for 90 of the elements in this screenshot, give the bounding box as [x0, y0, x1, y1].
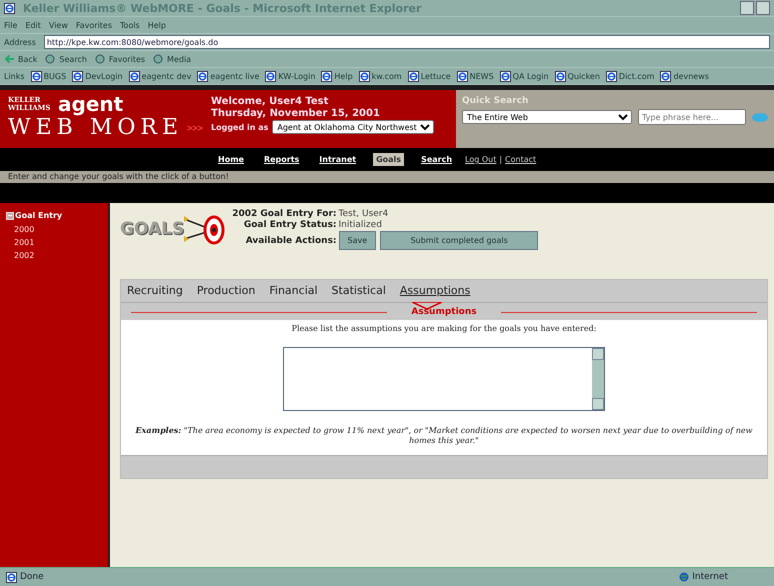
page-icon	[30, 70, 42, 82]
field-value: Initialized	[338, 220, 383, 230]
link-separator: |	[499, 155, 502, 164]
page-icon	[456, 70, 468, 82]
toolbar-icon	[45, 54, 56, 64]
page-icon	[358, 70, 370, 82]
link-item[interactable]: eagentc dev	[142, 72, 192, 80]
link-item[interactable]: Dict.com	[618, 72, 654, 80]
toolbar-button[interactable]: Media	[167, 54, 192, 64]
tree-item[interactable]: 2001	[14, 238, 108, 247]
nav-tab[interactable]: Home	[215, 153, 247, 166]
maximize-button[interactable]	[756, 1, 770, 15]
menu-item[interactable]: File	[4, 20, 18, 30]
page-icon	[265, 70, 276, 82]
back-arrow-icon	[4, 54, 15, 64]
field-label: Available Actions:	[244, 236, 337, 246]
tab[interactable]: Recruiting	[127, 284, 183, 302]
logged-in-label: Logged in as	[211, 122, 268, 132]
tab[interactable]: Production	[196, 284, 256, 302]
zone-text: Internet	[692, 572, 728, 582]
toolbar-button[interactable]: Favorites	[108, 54, 146, 64]
header-link[interactable]: Log Out	[465, 155, 496, 164]
address-label: Address	[4, 38, 36, 46]
nav-tab[interactable]: Search	[418, 153, 456, 166]
link-item[interactable]: kw.com	[372, 72, 402, 80]
globe-icon	[679, 572, 690, 582]
page-icon	[6, 572, 17, 582]
page-icon	[660, 70, 672, 82]
quick-search-title: Quick Search	[462, 96, 530, 106]
link-item[interactable]: DevLogin	[85, 72, 123, 80]
page-icon	[72, 70, 84, 82]
minimize-button[interactable]	[740, 1, 754, 15]
links-label: Links	[4, 72, 25, 80]
action-button[interactable]: Save	[338, 231, 376, 250]
link-item[interactable]: Quicken	[568, 72, 600, 80]
menu-item[interactable]: Favorites	[76, 20, 112, 30]
nav-tab[interactable]: Reports	[260, 153, 302, 166]
link-item[interactable]: eagentc live	[210, 72, 260, 80]
field-label: Goal Entry Status:	[242, 220, 337, 230]
search-field[interactable]: Type phrase here...	[638, 109, 746, 125]
toolbar-button[interactable]: Search	[59, 54, 87, 64]
menu-item[interactable]: Tools	[120, 20, 140, 30]
link-item[interactable]: KW-Login	[278, 72, 316, 80]
browser-icon	[4, 2, 15, 14]
toolbar-icon	[153, 54, 164, 64]
date-text: Thursday, November 15, 2001	[211, 108, 381, 119]
office-dropdown[interactable]: Agent at Oklahoma City Northwest	[272, 120, 434, 134]
field-value: Test, User4	[338, 209, 390, 219]
menu-item[interactable]: Edit	[25, 20, 41, 30]
link-item[interactable]: QA Login	[512, 72, 549, 80]
tab[interactable]: Assumptions	[400, 284, 470, 302]
link-item[interactable]: devnews	[673, 72, 709, 80]
action-button[interactable]: Submit completed goals	[380, 231, 538, 250]
tab[interactable]: Statistical	[332, 284, 386, 302]
toolbar-button[interactable]: Back	[18, 54, 38, 64]
link-item[interactable]: NEWS	[470, 72, 494, 80]
status-text: Done	[20, 572, 44, 582]
section-title: Assumptions	[411, 307, 477, 317]
goals-logo: GOALS	[120, 219, 184, 239]
welcome-text: Welcome, User4 Test	[211, 96, 330, 107]
tab[interactable]: Financial	[269, 284, 318, 302]
prompt-text: Please list the assumptions you are making for the goals you have entered:	[292, 324, 596, 333]
menu-item[interactable]: View	[48, 20, 68, 30]
search-scope-dropdown[interactable]: The Entire Web	[462, 110, 632, 124]
link-item[interactable]: Lettuce	[420, 72, 451, 80]
page-icon	[197, 70, 208, 82]
page-icon	[606, 70, 617, 82]
toolbar-icon	[94, 54, 106, 64]
assumptions-textarea[interactable]	[283, 347, 605, 411]
menu-item[interactable]: Help	[148, 20, 166, 30]
field-label: 2002 Goal Entry For:	[232, 209, 337, 219]
tree-item[interactable]: 2002	[14, 251, 108, 260]
link-item[interactable]: Help	[334, 72, 353, 80]
examples-text: Examples: "The area economy is expected to grow 11% next year", or "Market conditions are expected to worsen next year due to overbuilding of new homes this year."	[134, 425, 754, 447]
nav-tab[interactable]: Intranet	[316, 153, 360, 166]
tree-item[interactable]: 2000	[14, 225, 108, 234]
address-field[interactable]: http://kpe.kw.com:8080/webmore/goals.do	[44, 35, 770, 49]
window-title: Keller Williams® WebMORE - Goals - Microsoft Internet Explorer	[23, 2, 422, 14]
tree-item[interactable]: Goal Entry	[15, 211, 62, 220]
page-icon	[500, 70, 511, 82]
page-icon	[128, 70, 140, 82]
scrollbar	[592, 348, 604, 410]
tagline: Enter and change your goals with the click of a button!	[0, 171, 774, 183]
page-icon	[408, 70, 419, 82]
page-icon	[554, 70, 566, 82]
page-icon	[321, 70, 332, 82]
link-item[interactable]: BUGS	[44, 72, 66, 80]
header-link[interactable]: Contact	[505, 155, 536, 164]
nav-tab[interactable]: Goals	[373, 153, 404, 166]
collapse-toggle[interactable]	[6, 212, 14, 220]
